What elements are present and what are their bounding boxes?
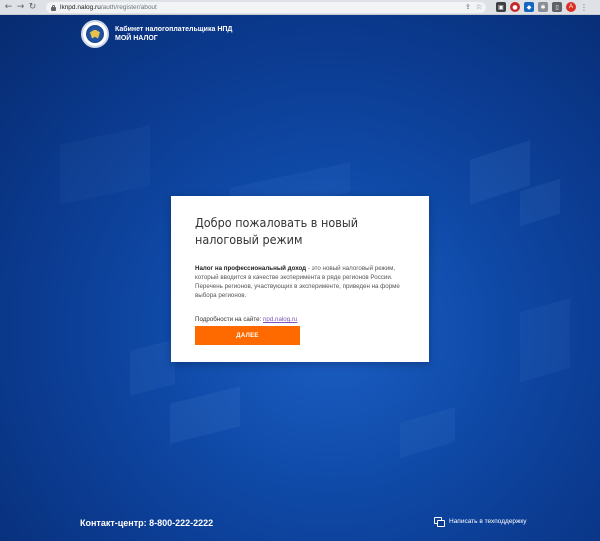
decor-shape <box>60 125 150 205</box>
omnibox-actions: ⇪ ☆ <box>465 3 482 11</box>
share-icon[interactable]: ⇪ <box>465 3 471 11</box>
sidebar-icon[interactable]: ▯ <box>552 2 562 12</box>
emblem-inner <box>86 25 104 43</box>
npd-site-link[interactable]: npd.nalog.ru <box>263 316 297 323</box>
eagle-icon <box>90 29 100 39</box>
fns-emblem-logo[interactable] <box>81 20 109 48</box>
profile-avatar[interactable]: A <box>566 2 576 12</box>
decor-shape <box>400 407 455 458</box>
card-description: Налог на профессиональный доход - это но… <box>195 264 405 300</box>
chat-icon <box>434 517 445 527</box>
puzzle-icon[interactable]: ✱ <box>538 2 548 12</box>
lock-icon <box>51 4 56 11</box>
extensions-bar: ▣ ● ◆ ✱ ▯ A ⋮ <box>496 2 588 12</box>
brand-name: МОЙ НАЛОГ <box>115 35 158 42</box>
bookmark-star-icon[interactable]: ☆ <box>476 3 482 11</box>
decor-shape <box>130 339 175 396</box>
kebab-menu-icon[interactable]: ⋮ <box>580 3 588 12</box>
extension-icon[interactable]: ▣ <box>496 2 506 12</box>
support-link[interactable]: Написать в техподдержку <box>434 517 527 527</box>
reload-icon[interactable]: ↻ <box>27 2 38 13</box>
browser-nav: ← → ↻ <box>3 2 38 13</box>
browser-toolbar: ← → ↻ lknpd.nalog.ru/auth/register/about… <box>0 0 600 15</box>
decor-shape <box>520 297 570 383</box>
url-path: /auth/register/about <box>100 4 157 11</box>
more-info: Подробности на сайте: npd.nalog.ru <box>195 316 405 323</box>
forward-icon[interactable]: → <box>15 2 26 13</box>
address-bar[interactable]: lknpd.nalog.ru/auth/register/about ⇪ ☆ <box>46 2 486 13</box>
contact-center-phone: Контакт-центр: 8-800-222-2222 <box>80 518 214 528</box>
support-label: Написать в техподдержку <box>449 518 527 525</box>
back-icon[interactable]: ← <box>3 2 14 13</box>
card-title: Добро пожаловать в новый налоговый режим <box>195 215 359 247</box>
extension-icon-2[interactable]: ◆ <box>524 2 534 12</box>
decor-shape <box>170 386 240 444</box>
brand-subtitle: Кабинет налогоплательщика НПД <box>115 26 233 33</box>
welcome-card: Добро пожаловать в новый налоговый режим… <box>171 196 429 362</box>
more-label: Подробности на сайте: <box>195 316 263 323</box>
next-button[interactable]: ДАЛЕЕ <box>195 326 300 345</box>
url-host: lknpd.nalog.ru <box>60 4 101 11</box>
adblock-icon[interactable]: ● <box>510 2 520 12</box>
brand-title: Кабинет налогоплательщика НПД МОЙ НАЛОГ <box>115 25 232 43</box>
desc-highlight: Налог на профессиональный доход <box>195 265 307 272</box>
